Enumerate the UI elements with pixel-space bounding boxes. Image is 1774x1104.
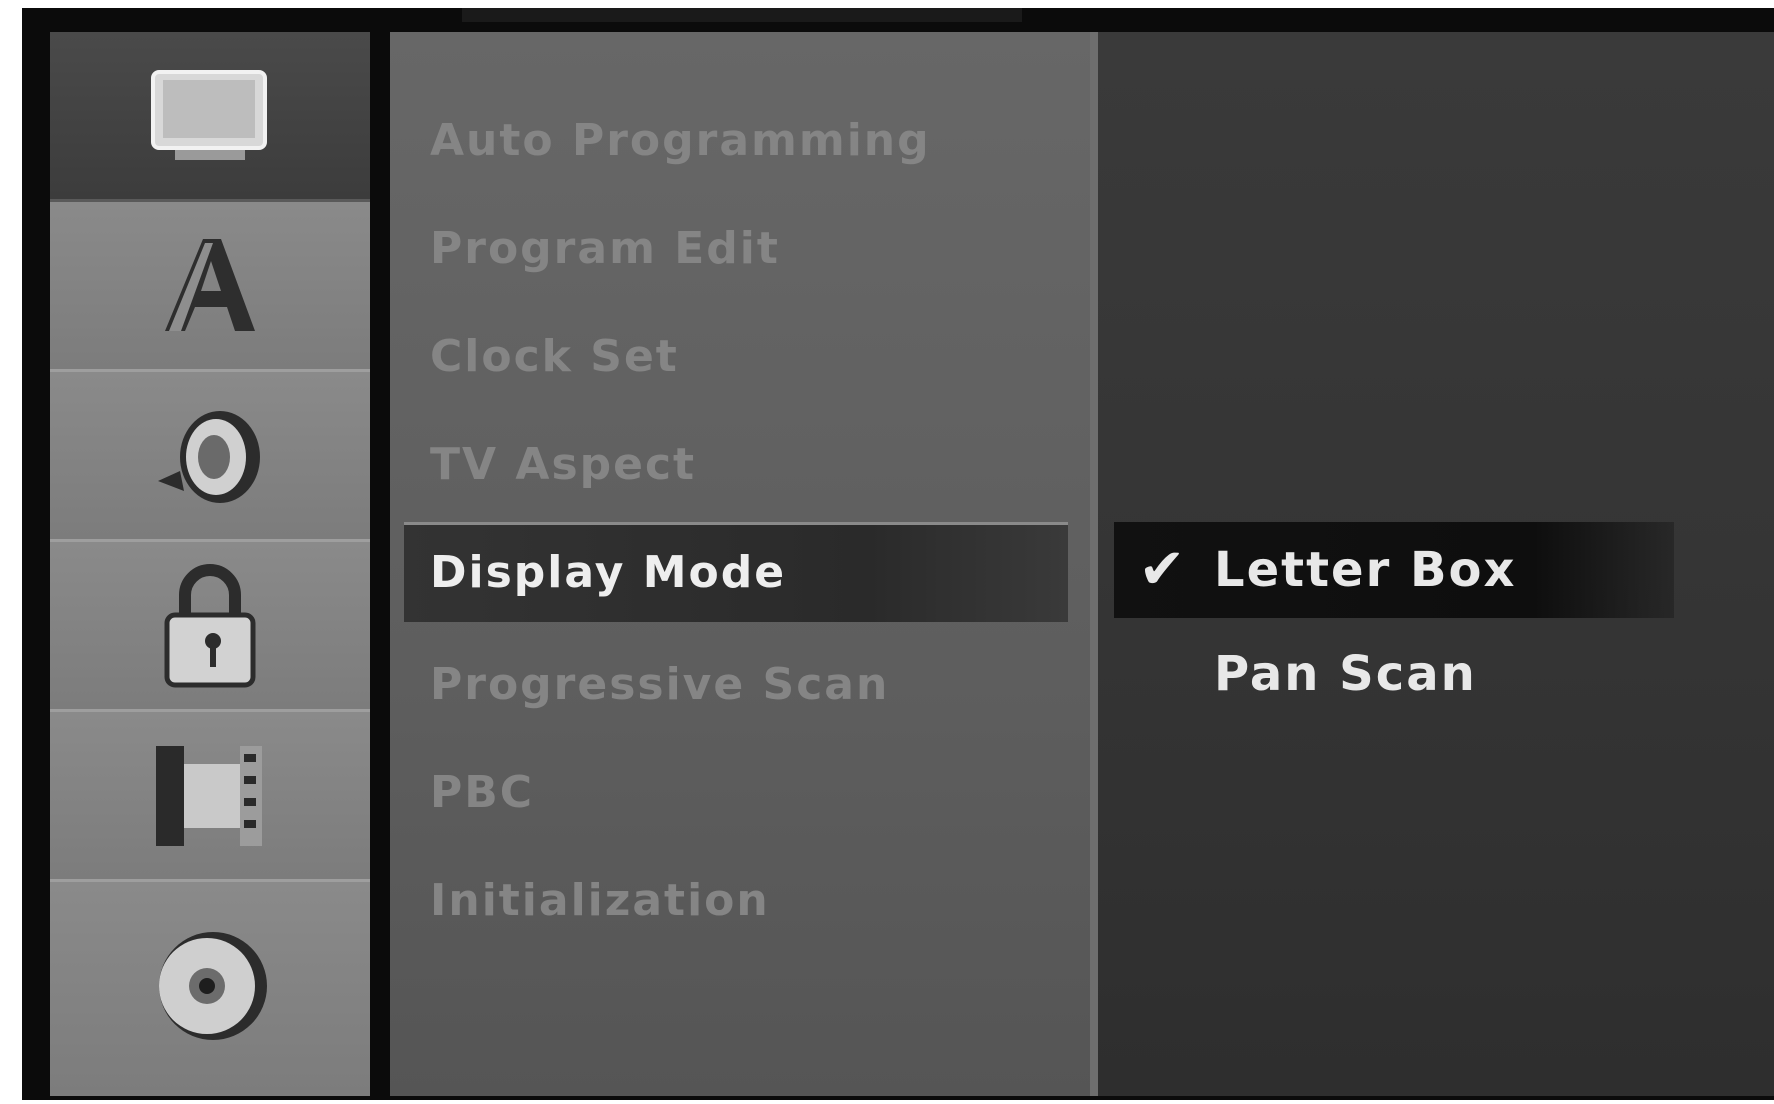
- disc-icon: [145, 924, 275, 1054]
- menu-item-progressive-scan[interactable]: Progressive Scan: [430, 640, 889, 730]
- menu-item-clock-set[interactable]: Clock Set: [430, 312, 679, 402]
- speaker-audio-icon: [150, 401, 270, 511]
- checkmark-icon: ✔: [1138, 537, 1188, 602]
- menu-item-display-mode[interactable]: Display Mode: [404, 522, 1068, 622]
- option-letter-box[interactable]: ✔ Letter Box: [1114, 522, 1674, 618]
- panel-divider: [1090, 32, 1098, 1096]
- category-disc[interactable]: [50, 882, 370, 1096]
- option-panel: ✔ Letter Box Pan Scan: [1098, 32, 1774, 1096]
- category-lock[interactable]: [50, 542, 370, 712]
- padlock-icon: [155, 561, 265, 691]
- category-sidebar: [50, 32, 370, 1096]
- category-recording[interactable]: [50, 712, 370, 882]
- category-general[interactable]: [50, 32, 370, 202]
- option-label: Letter Box: [1214, 542, 1517, 598]
- menu-item-tv-aspect[interactable]: TV Aspect: [430, 420, 696, 510]
- setup-menu-screen: Auto Programming Program Edit Clock Set …: [22, 8, 1774, 1100]
- tv-monitor-icon: [145, 66, 275, 166]
- film-recording-icon: [150, 736, 270, 856]
- menu-item-auto-programming[interactable]: Auto Programming: [430, 96, 931, 186]
- category-audio[interactable]: [50, 372, 370, 542]
- language-a-icon: [155, 231, 265, 341]
- menu-item-initialization[interactable]: Initialization: [430, 856, 770, 946]
- category-language[interactable]: [50, 202, 370, 372]
- settings-menu: Auto Programming Program Edit Clock Set …: [390, 32, 1096, 1096]
- option-label: Pan Scan: [1214, 646, 1477, 702]
- menu-item-program-edit[interactable]: Program Edit: [430, 204, 780, 294]
- menu-item-pbc[interactable]: PBC: [430, 748, 534, 838]
- title-strip: [462, 8, 1022, 22]
